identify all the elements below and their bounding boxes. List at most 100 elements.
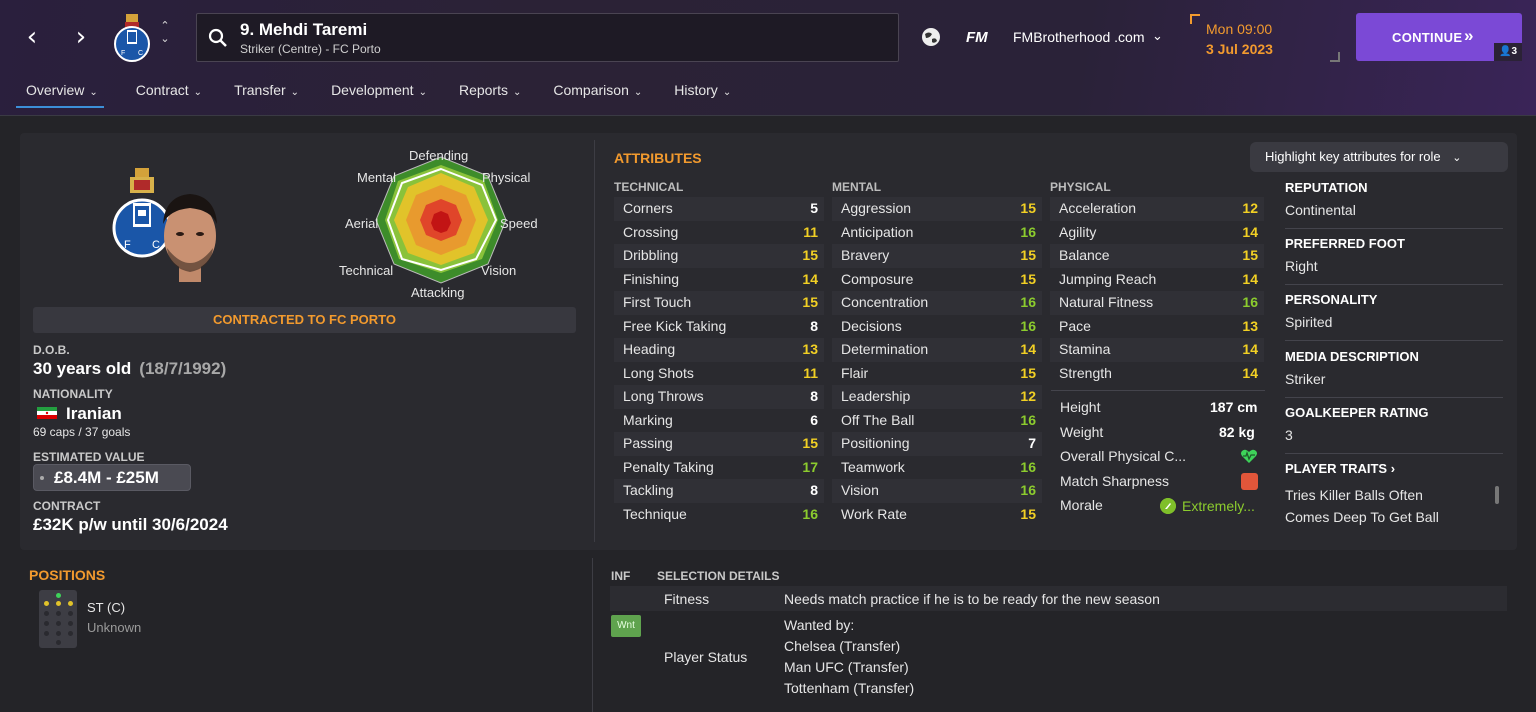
attribute-name: Passing [623, 435, 673, 451]
attribute-row[interactable]: Stamina 14 [1050, 338, 1264, 362]
attribute-row[interactable]: Flair 15 [832, 362, 1042, 386]
wanted-by-label: Wanted by: [784, 617, 855, 633]
personality-label: PERSONALITY [1285, 292, 1378, 307]
attribute-row[interactable]: Bravery 15 [832, 244, 1042, 268]
pitch-dot [44, 621, 49, 626]
attribute-value: 11 [803, 223, 818, 240]
tab-history[interactable]: History ⌄ [664, 80, 731, 108]
attribute-row[interactable]: Strength 14 [1050, 362, 1264, 386]
fitness-value: Needs match practice if he is to be read… [784, 591, 1160, 607]
attribute-row[interactable]: Tackling 8 [614, 479, 824, 503]
back-arrow-icon[interactable]: ‹ [19, 24, 45, 50]
interested-club[interactable]: Man UFC (Transfer) [784, 659, 909, 675]
tab-transfer[interactable]: Transfer ⌄ [224, 80, 299, 108]
estimated-value-pill[interactable]: £8.4M - £25M [33, 464, 191, 491]
goalkeeper-rating-value: 3 [1285, 427, 1293, 443]
continue-button[interactable]: CONTINUE » 👤3 [1356, 13, 1522, 61]
player-traits-link[interactable]: PLAYER TRAITS › [1285, 461, 1503, 476]
attribute-row[interactable]: Pace 13 [1050, 315, 1264, 339]
attribute-value: 12 [1242, 200, 1258, 216]
attribute-row[interactable]: Vision 16 [832, 479, 1042, 503]
morale-value[interactable]: Extremely... [1182, 498, 1255, 514]
attribute-name: Crossing [623, 223, 679, 240]
tab-reports[interactable]: Reports ⌄ [449, 80, 521, 108]
heart-icon[interactable] [1240, 448, 1258, 464]
svg-text:F: F [121, 50, 125, 57]
positions-title: POSITIONS [29, 567, 106, 583]
attribute-row[interactable]: Work Rate 15 [832, 503, 1042, 527]
attribute-row[interactable]: Positioning 7 [832, 432, 1042, 456]
media-description-label: MEDIA DESCRIPTION [1285, 349, 1419, 364]
attribute-row[interactable]: Free Kick Taking 8 [614, 315, 824, 339]
attribute-row[interactable]: Concentration 16 [832, 291, 1042, 315]
attribute-value: 15 [1020, 200, 1036, 216]
attribute-row[interactable]: Balance 15 [1050, 244, 1264, 268]
attribute-value: 14 [1242, 223, 1258, 240]
attribute-row[interactable]: Acceleration 12 [1050, 197, 1264, 221]
pitch-dot [44, 611, 49, 616]
fm-logo[interactable]: FM [966, 29, 988, 46]
attribute-row[interactable]: Long Shots 11 [614, 362, 824, 386]
attribute-row[interactable]: Passing 15 [614, 432, 824, 456]
attribute-row[interactable]: Composure 15 [832, 268, 1042, 292]
height-value: 187 cm [1210, 399, 1258, 415]
attribute-row[interactable]: Teamwork 16 [832, 456, 1042, 480]
search-icon [208, 28, 227, 47]
tab-development[interactable]: Development ⌄ [321, 80, 427, 108]
radar-label-physical: Physical [482, 170, 531, 185]
attribute-row[interactable]: Agility 14 [1050, 221, 1264, 245]
attribute-row[interactable]: Leadership 12 [832, 385, 1042, 409]
up-down-chevron-icon[interactable]: ⌃ ⌄ [158, 20, 172, 46]
attribute-row[interactable]: Aggression 15 [832, 197, 1042, 221]
attribute-row[interactable]: Decisions 16 [832, 315, 1042, 339]
chevron-down-icon[interactable]: ⌄ [1152, 28, 1163, 44]
globe-icon[interactable] [920, 26, 942, 48]
attribute-row[interactable]: Dribbling 15 [614, 244, 824, 268]
highlight-key-attributes-dropdown[interactable]: Highlight key attributes for role ⌄ [1250, 142, 1508, 172]
attribute-row[interactable]: Off The Ball 16 [832, 409, 1042, 433]
selection-details-heading: SELECTION DETAILS [657, 569, 780, 583]
attribute-row[interactable]: First Touch 15 [614, 291, 824, 315]
attribute-row[interactable]: Penalty Taking 17 [614, 456, 824, 480]
iran-flag-icon [37, 407, 57, 419]
player-search-box[interactable]: 9. Mehdi Taremi Striker (Centre) - FC Po… [196, 13, 899, 62]
club-crest-icon[interactable]: F C [112, 14, 152, 62]
interested-club[interactable]: Chelsea (Transfer) [784, 638, 900, 654]
svg-text:F: F [124, 239, 131, 251]
attribute-row[interactable]: Crossing 11 [614, 221, 824, 245]
tab-bar: Overview ⌄ Contract ⌄ Transfer ⌄ Developmen… [16, 80, 753, 108]
tab-overview[interactable]: Overview ⌄ [16, 80, 104, 108]
game-date[interactable]: Mon 09:00 3 Jul 2023 [1190, 14, 1340, 62]
attribute-row[interactable]: Finishing 14 [614, 268, 824, 292]
attribute-row[interactable]: Determination 14 [832, 338, 1042, 362]
attribute-name: Heading [623, 341, 676, 357]
attribute-row[interactable]: Corners 5 [614, 197, 824, 221]
game-day: 3 Jul 2023 [1206, 41, 1273, 57]
interested-club[interactable]: Tottenham (Transfer) [784, 680, 914, 696]
attribute-row[interactable]: Jumping Reach 14 [1050, 268, 1264, 292]
tab-contract[interactable]: Contract ⌄ [126, 80, 202, 108]
preferred-foot-block: PREFERRED FOOT Right [1285, 236, 1503, 274]
attribute-row[interactable]: Heading 13 [614, 338, 824, 362]
traits-scrollbar[interactable] [1495, 486, 1499, 504]
attribute-row[interactable]: Natural Fitness 16 [1050, 291, 1264, 315]
attribute-row[interactable]: Technique 16 [614, 503, 824, 527]
radar-label-aerial: Aerial [345, 216, 379, 231]
attribute-row[interactable]: Marking 6 [614, 409, 824, 433]
attribute-value: 14 [1242, 270, 1258, 287]
radar-label-mental: Mental [357, 170, 397, 185]
personality-block: PERSONALITY Spirited [1285, 292, 1503, 330]
position-pitch-icon[interactable] [39, 590, 77, 648]
media-description-block: MEDIA DESCRIPTION Striker [1285, 349, 1503, 387]
wanted-badge[interactable]: Wnt [611, 615, 641, 637]
date-corner [1330, 52, 1340, 62]
nationality-value[interactable]: Iranian [66, 404, 122, 424]
attribute-name: Decisions [841, 317, 902, 334]
forward-arrow-icon[interactable]: › [68, 24, 94, 50]
match-sharpness-icon[interactable] [1241, 473, 1258, 490]
contract-banner[interactable]: CONTRACTED TO FC PORTO [33, 307, 576, 333]
tab-comparison[interactable]: Comparison ⌄ [543, 80, 642, 108]
attribute-row[interactable]: Anticipation 16 [832, 221, 1042, 245]
attribute-row[interactable]: Long Throws 8 [614, 385, 824, 409]
brand-menu[interactable]: FMBrotherhood .com [1013, 29, 1145, 45]
